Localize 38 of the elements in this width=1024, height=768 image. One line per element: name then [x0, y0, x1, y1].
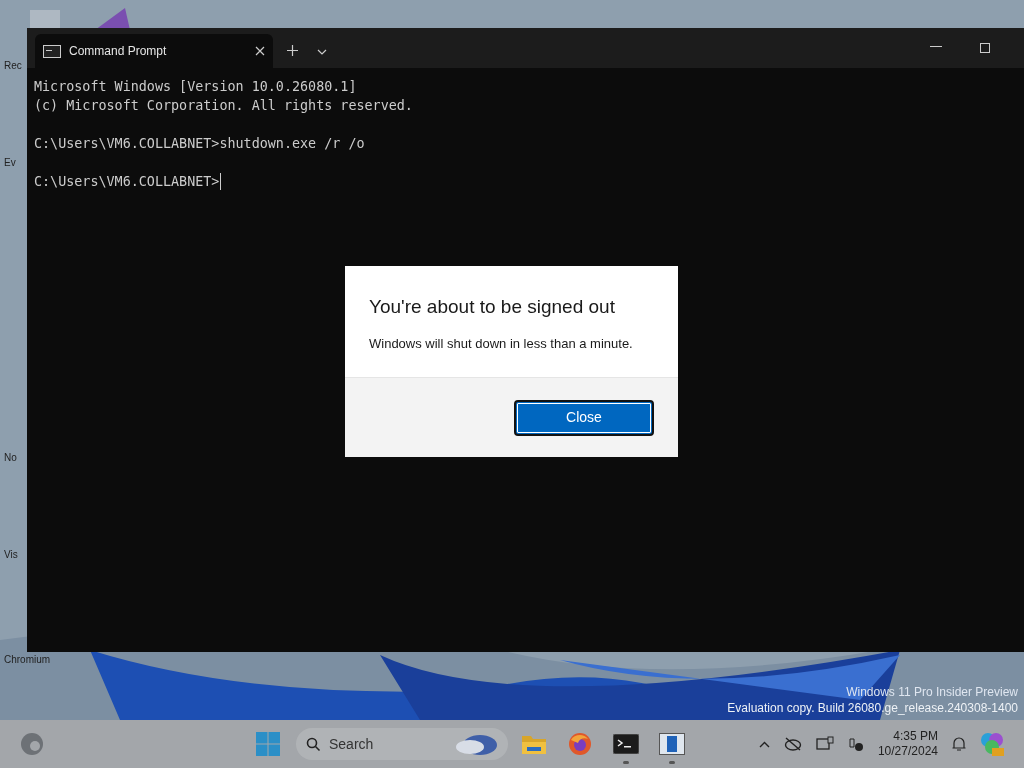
console-line: (c) Microsoft Corporation. All rights reserved. [34, 97, 413, 115]
console-line: Microsoft Windows [Version 10.0.26080.1] [34, 78, 357, 96]
desktop-icon-label[interactable]: Rec [4, 59, 22, 72]
tab-title: Command Prompt [69, 43, 168, 60]
chevron-down-icon[interactable] [317, 49, 327, 55]
dialog-title: You're about to be signed out [369, 295, 616, 319]
console-line: C:\Users\VM6.COLLABNET> [34, 173, 220, 191]
watermark-text: Windows 11 Pro Insider Preview [846, 684, 1018, 700]
terminal-tab[interactable]: Command Prompt [35, 34, 273, 68]
close-icon[interactable] [255, 46, 265, 56]
text-cursor [220, 173, 222, 190]
search-icon [306, 736, 321, 752]
bell-icon[interactable] [952, 736, 966, 752]
console-icon [43, 44, 61, 58]
folder-icon[interactable] [521, 733, 547, 755]
clock-date: 10/27/2024 [877, 744, 938, 759]
desktop-icon-label[interactable]: No [4, 451, 17, 464]
desktop-icon-label[interactable]: Chromium [4, 653, 51, 666]
start-icon[interactable] [256, 732, 280, 756]
desktop-icon-label[interactable]: Ev [4, 156, 16, 169]
search-placeholder: Search [329, 734, 375, 754]
window-icon[interactable] [659, 733, 685, 755]
colorful-app-icon[interactable] [980, 732, 1004, 756]
add-icon[interactable] [287, 45, 298, 56]
chevron-up-icon[interactable] [758, 740, 770, 748]
clock[interactable]: 4:35 PM 10/27/2024 [877, 729, 938, 759]
clock-time: 4:35 PM [893, 729, 938, 744]
search-field[interactable]: Search [296, 728, 508, 760]
minimize-icon[interactable] [930, 46, 942, 48]
console-line: C:\Users\VM6.COLLABNET>shutdown.exe /r /o [34, 135, 365, 153]
cloud-off-icon[interactable] [783, 737, 802, 751]
desktop-icon-label[interactable]: Vis [4, 548, 18, 561]
network-icon[interactable] [815, 736, 834, 752]
browser-icon[interactable] [568, 732, 592, 756]
maximize-icon[interactable] [980, 43, 990, 53]
close-button[interactable]: Close [514, 399, 654, 436]
terminal-icon[interactable] [613, 734, 639, 754]
dialog-message: Windows will shut down in less than a minute. [369, 334, 634, 353]
